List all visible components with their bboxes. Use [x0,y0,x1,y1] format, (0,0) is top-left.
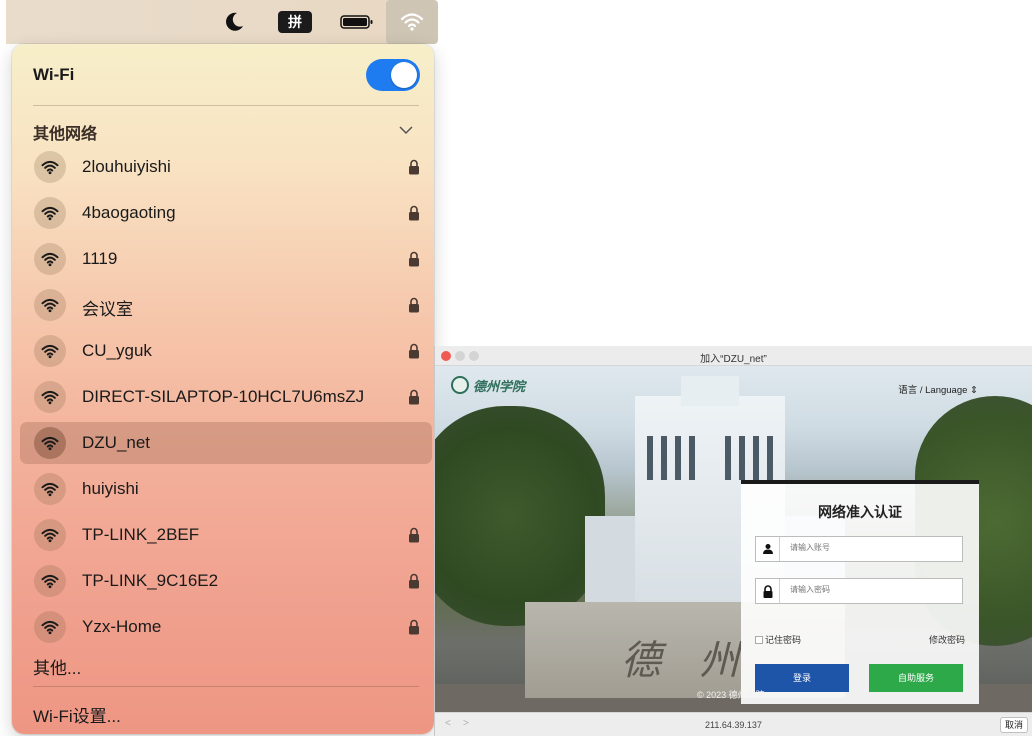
building-window [661,436,667,480]
wifi-signal-icon [34,381,66,413]
other-networks-item[interactable]: 其他... [33,654,81,679]
wifi-signal-icon [34,611,66,643]
network-name: DIRECT-SILAPTOP-10HCL7U6msZJ [82,387,365,406]
login-button[interactable]: 登录 [755,664,849,692]
network-item[interactable]: huiyishi [20,468,432,510]
logo-emblem-icon [451,376,469,394]
divider [33,686,419,687]
wifi-toggle-knob [391,62,417,88]
lock-icon [408,205,420,221]
logo-wordmark: 德州学院 [473,379,526,395]
network-name: Yzx-Home [82,617,162,636]
building-window [753,436,759,480]
stone-character: 德 [621,638,661,684]
wifi-menu-panel: Wi-Fi 其他网络 2louhuiyishi 4baogaoting 1119 会议… [12,44,434,734]
lock-icon [408,619,420,635]
building-window [767,436,773,480]
username-field[interactable] [755,536,963,562]
wifi-signal-icon [34,565,66,597]
login-card: 网络准入认证 记住密码 修改密码 [741,480,979,704]
wifi-signal-icon [34,335,66,367]
wifi-signal-icon [34,289,66,321]
wifi-toggle[interactable] [366,59,420,91]
wifi-signal-icon [34,151,66,183]
lock-icon [408,343,420,359]
network-item[interactable]: TP-LINK_9C16E2 [20,560,432,602]
building-window [647,436,653,480]
university-logo: 德州学院 [451,374,525,396]
password-field[interactable] [755,578,963,604]
copyright-text: © 2023 德州学院 [697,690,765,700]
lock-icon [756,579,780,603]
window-title: 加入“DZU_net” [700,354,767,365]
lock-icon [408,297,420,313]
network-item[interactable]: 2louhuiyishi [20,146,432,188]
other-networks-label: 其他网络 [33,126,98,143]
self-service-button[interactable]: 自助服务 [869,664,963,692]
remember-label: 记住密码 [765,635,802,645]
remember-password[interactable]: 记住密码 [755,633,801,646]
network-item[interactable]: Yzx-Home [20,606,432,648]
lock-icon [408,159,420,175]
network-name: DZU_net [82,433,151,452]
wifi-settings-item[interactable]: Wi-Fi设置... [33,702,121,727]
network-item[interactable]: DZU_net [20,422,432,464]
network-name: 1119 [82,249,118,268]
lock-icon [408,389,420,405]
network-item[interactable]: CU_yguk [20,330,432,372]
building-window [739,436,745,480]
username-input[interactable] [790,543,950,552]
network-name: huiyishi [82,479,139,498]
network-name: 2louhuiyishi [82,157,171,176]
building-window [689,436,695,480]
network-item[interactable]: 1119 [20,238,432,280]
network-name: 会议室 [82,300,133,319]
wifi-signal-icon [34,197,66,229]
change-password-link[interactable]: 修改密码 [929,633,965,646]
building-window [725,436,731,480]
menu-bar: 拼 [6,0,438,44]
window-titlebar: 加入“DZU_net” [435,346,1032,366]
other-networks-header[interactable]: 其他网络 [12,114,434,146]
wifi-title: Wi-Fi [33,65,75,84]
network-name: CU_yguk [82,341,152,360]
input-method-icon[interactable]: 拼 [278,11,312,33]
moon-icon[interactable] [220,8,248,36]
network-name: TP-LINK_2BEF [82,525,200,544]
screen: 拼 Wi-Fi 其他网络 2louhuiyishi 4baogaoting 1119… [0,0,1032,736]
battery-icon[interactable] [340,8,374,36]
network-item[interactable]: 会议室 [20,284,432,326]
password-input[interactable] [790,585,950,594]
window-footer: < > 211.64.39.137 取消 [435,712,1032,736]
background-building [681,376,739,406]
network-item[interactable]: 4baogaoting [20,192,432,234]
network-name: 4baogaoting [82,203,176,222]
portal-page: 德 州 德州学院 语言 / Language ⇕ 网络准入认证 请输入账号 记住… [435,366,1032,712]
lock-icon [408,527,420,543]
divider [33,105,419,106]
wifi-signal-icon [34,243,66,275]
network-item[interactable]: TP-LINK_2BEF [20,514,432,556]
wifi-signal-icon [34,519,66,551]
cancel-button[interactable]: 取消 [1000,717,1028,733]
login-heading: 网络准入认证 [818,504,902,520]
user-icon [756,537,780,561]
background-tree [435,406,605,626]
language-select[interactable]: 语言 / Language ⇕ [898,382,978,396]
captive-portal-window: 加入“DZU_net” 德 州 德州学院 语言 / Language ⇕ 网络准… [434,346,1032,736]
stone-character: 州 [699,638,739,684]
remember-checkbox[interactable] [755,635,763,644]
building-window [675,436,681,480]
wifi-icon[interactable] [386,0,438,44]
network-item[interactable]: DIRECT-SILAPTOP-10HCL7U6msZJ [20,376,432,418]
wifi-signal-icon [34,427,66,459]
lock-icon [408,251,420,267]
lock-icon [408,573,420,589]
portal-url: 211.64.39.137 [705,720,762,730]
wifi-signal-icon [34,473,66,505]
network-name: TP-LINK_9C16E2 [82,571,219,590]
chevron-down-icon [399,126,413,135]
wifi-header: Wi-Fi [12,44,434,108]
